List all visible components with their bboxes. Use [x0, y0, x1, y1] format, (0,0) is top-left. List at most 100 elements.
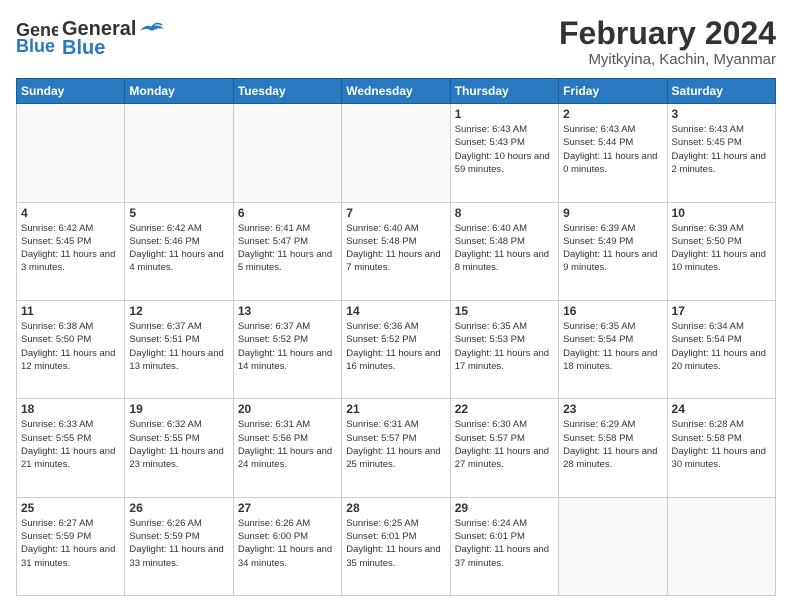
calendar-cell: 29 Sunrise: 6:24 AM Sunset: 6:01 PM Dayli… — [450, 497, 558, 595]
day-number: 24 — [672, 402, 771, 416]
day-number: 16 — [563, 304, 662, 318]
day-number: 5 — [129, 206, 228, 220]
day-info: Sunrise: 6:24 AM Sunset: 6:01 PM Dayligh… — [455, 517, 554, 570]
calendar-cell — [17, 104, 125, 202]
calendar-cell: 23 Sunrise: 6:29 AM Sunset: 5:58 PM Dayli… — [559, 399, 667, 497]
calendar-cell: 11 Sunrise: 6:38 AM Sunset: 5:50 PM Dayli… — [17, 300, 125, 398]
day-info: Sunrise: 6:29 AM Sunset: 5:58 PM Dayligh… — [563, 418, 662, 471]
day-info: Sunrise: 6:38 AM Sunset: 5:50 PM Dayligh… — [21, 320, 120, 373]
calendar-cell — [233, 104, 341, 202]
calendar-cell: 20 Sunrise: 6:31 AM Sunset: 5:56 PM Dayli… — [233, 399, 341, 497]
calendar-cell: 8 Sunrise: 6:40 AM Sunset: 5:48 PM Daylig… — [450, 202, 558, 300]
weekday-header-tuesday: Tuesday — [233, 79, 341, 104]
calendar-cell: 5 Sunrise: 6:42 AM Sunset: 5:46 PM Daylig… — [125, 202, 233, 300]
calendar-cell: 4Sunrise: 6:42 AM Sunset: 5:45 PM Daylig… — [17, 202, 125, 300]
week-row-1: 4Sunrise: 6:42 AM Sunset: 5:45 PM Daylig… — [17, 202, 776, 300]
day-info: Sunrise: 6:25 AM Sunset: 6:01 PM Dayligh… — [346, 517, 445, 570]
day-info: Sunrise: 6:34 AM Sunset: 5:54 PM Dayligh… — [672, 320, 771, 373]
day-number: 15 — [455, 304, 554, 318]
day-number: 23 — [563, 402, 662, 416]
day-number: 21 — [346, 402, 445, 416]
day-number: 29 — [455, 501, 554, 515]
day-number: 20 — [238, 402, 337, 416]
svg-text:Blue: Blue — [16, 36, 55, 54]
day-number: 10 — [672, 206, 771, 220]
weekday-header-saturday: Saturday — [667, 79, 775, 104]
day-info: Sunrise: 6:31 AM Sunset: 5:57 PM Dayligh… — [346, 418, 445, 471]
weekday-header-wednesday: Wednesday — [342, 79, 450, 104]
bird-icon — [138, 21, 166, 39]
header: General Blue General Blue February 202 — [16, 16, 776, 68]
week-row-0: 1 Sunrise: 6:43 AM Sunset: 5:43 PM Daylig… — [17, 104, 776, 202]
day-number: 13 — [238, 304, 337, 318]
day-info: Sunrise: 6:40 AM Sunset: 5:48 PM Dayligh… — [346, 222, 445, 275]
day-info: Sunrise: 6:43 AM Sunset: 5:45 PM Dayligh… — [672, 123, 771, 176]
day-number: 14 — [346, 304, 445, 318]
calendar-cell: 19Sunrise: 6:32 AM Sunset: 5:55 PM Dayli… — [125, 399, 233, 497]
calendar-cell — [342, 104, 450, 202]
calendar-cell: 17 Sunrise: 6:34 AM Sunset: 5:54 PM Dayli… — [667, 300, 775, 398]
day-number: 18 — [21, 402, 120, 416]
logo-icon: General Blue — [16, 18, 58, 54]
day-info: Sunrise: 6:35 AM Sunset: 5:53 PM Dayligh… — [455, 320, 554, 373]
calendar-cell: 18 Sunrise: 6:33 AM Sunset: 5:55 PM Dayli… — [17, 399, 125, 497]
day-info: Sunrise: 6:32 AM Sunset: 5:55 PM Dayligh… — [129, 418, 228, 471]
day-number: 7 — [346, 206, 445, 220]
day-number: 2 — [563, 107, 662, 121]
month-year: February 2024 — [559, 16, 776, 51]
calendar-cell: 2 Sunrise: 6:43 AM Sunset: 5:44 PM Daylig… — [559, 104, 667, 202]
day-info: Sunrise: 6:43 AM Sunset: 5:43 PM Dayligh… — [455, 123, 554, 176]
calendar-cell — [667, 497, 775, 595]
calendar-cell: 25Sunrise: 6:27 AM Sunset: 5:59 PM Dayli… — [17, 497, 125, 595]
day-info: Sunrise: 6:28 AM Sunset: 5:58 PM Dayligh… — [672, 418, 771, 471]
calendar-cell: 10 Sunrise: 6:39 AM Sunset: 5:50 PM Dayli… — [667, 202, 775, 300]
weekday-header-friday: Friday — [559, 79, 667, 104]
day-info: Sunrise: 6:40 AM Sunset: 5:48 PM Dayligh… — [455, 222, 554, 275]
day-number: 25 — [21, 501, 120, 515]
day-number: 11 — [21, 304, 120, 318]
day-info: Sunrise: 6:37 AM Sunset: 5:52 PM Dayligh… — [238, 320, 337, 373]
day-info: Sunrise: 6:39 AM Sunset: 5:49 PM Dayligh… — [563, 222, 662, 275]
calendar-cell: 12Sunrise: 6:37 AM Sunset: 5:51 PM Dayli… — [125, 300, 233, 398]
location: Myitkyina, Kachin, Myanmar — [559, 51, 776, 68]
week-row-2: 11 Sunrise: 6:38 AM Sunset: 5:50 PM Dayli… — [17, 300, 776, 398]
calendar-cell: 28 Sunrise: 6:25 AM Sunset: 6:01 PM Dayli… — [342, 497, 450, 595]
calendar-cell: 27Sunrise: 6:26 AM Sunset: 6:00 PM Dayli… — [233, 497, 341, 595]
day-number: 6 — [238, 206, 337, 220]
day-number: 1 — [455, 107, 554, 121]
day-number: 4 — [21, 206, 120, 220]
calendar-cell: 14Sunrise: 6:36 AM Sunset: 5:52 PM Dayli… — [342, 300, 450, 398]
calendar-cell: 21 Sunrise: 6:31 AM Sunset: 5:57 PM Dayli… — [342, 399, 450, 497]
calendar-cell: 13 Sunrise: 6:37 AM Sunset: 5:52 PM Dayli… — [233, 300, 341, 398]
day-info: Sunrise: 6:43 AM Sunset: 5:44 PM Dayligh… — [563, 123, 662, 176]
day-number: 17 — [672, 304, 771, 318]
weekday-header-row: SundayMondayTuesdayWednesdayThursdayFrid… — [17, 79, 776, 104]
day-info: Sunrise: 6:39 AM Sunset: 5:50 PM Dayligh… — [672, 222, 771, 275]
weekday-header-monday: Monday — [125, 79, 233, 104]
day-info: Sunrise: 6:37 AM Sunset: 5:51 PM Dayligh… — [129, 320, 228, 373]
day-info: Sunrise: 6:26 AM Sunset: 5:59 PM Dayligh… — [129, 517, 228, 570]
day-number: 3 — [672, 107, 771, 121]
day-info: Sunrise: 6:42 AM Sunset: 5:46 PM Dayligh… — [129, 222, 228, 275]
day-number: 27 — [238, 501, 337, 515]
day-number: 26 — [129, 501, 228, 515]
calendar-cell — [125, 104, 233, 202]
day-info: Sunrise: 6:35 AM Sunset: 5:54 PM Dayligh… — [563, 320, 662, 373]
day-number: 8 — [455, 206, 554, 220]
week-row-4: 25Sunrise: 6:27 AM Sunset: 5:59 PM Dayli… — [17, 497, 776, 595]
calendar-cell: 24 Sunrise: 6:28 AM Sunset: 5:58 PM Dayli… — [667, 399, 775, 497]
calendar-cell: 6Sunrise: 6:41 AM Sunset: 5:47 PM Daylig… — [233, 202, 341, 300]
calendar-cell — [559, 497, 667, 595]
calendar-cell: 3 Sunrise: 6:43 AM Sunset: 5:45 PM Daylig… — [667, 104, 775, 202]
day-number: 22 — [455, 402, 554, 416]
day-number: 9 — [563, 206, 662, 220]
title-section: February 2024 Myitkyina, Kachin, Myanmar — [559, 16, 776, 68]
day-info: Sunrise: 6:31 AM Sunset: 5:56 PM Dayligh… — [238, 418, 337, 471]
calendar-page: General Blue General Blue February 202 — [0, 0, 792, 612]
calendar-cell: 16 Sunrise: 6:35 AM Sunset: 5:54 PM Dayli… — [559, 300, 667, 398]
day-number: 28 — [346, 501, 445, 515]
weekday-header-sunday: Sunday — [17, 79, 125, 104]
day-info: Sunrise: 6:33 AM Sunset: 5:55 PM Dayligh… — [21, 418, 120, 471]
day-info: Sunrise: 6:30 AM Sunset: 5:57 PM Dayligh… — [455, 418, 554, 471]
calendar-cell: 1 Sunrise: 6:43 AM Sunset: 5:43 PM Daylig… — [450, 104, 558, 202]
